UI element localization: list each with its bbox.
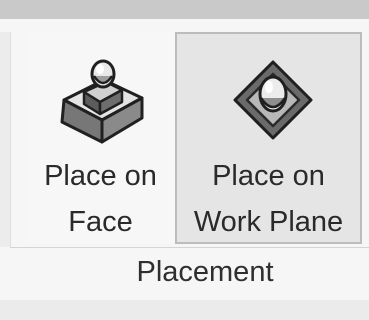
ribbon-tab-strip	[0, 0, 369, 19]
place-on-work-plane-label-line2: Work Plane	[193, 206, 344, 238]
panel-divider	[10, 247, 369, 248]
place-on-work-plane-label-line1: Place on	[212, 160, 325, 192]
place-on-face-button[interactable]: Place on Face	[27, 32, 174, 244]
place-on-work-plane-icon	[233, 60, 313, 140]
place-on-face-label-line2: Face	[68, 206, 133, 238]
ribbon-bottom-edge	[0, 300, 369, 320]
previous-panel-edge	[0, 32, 11, 247]
placement-group-title[interactable]: Placement	[100, 250, 310, 295]
place-on-work-plane-button[interactable]: Place on Work Plane	[175, 32, 362, 244]
place-on-face-label-line1: Place on	[44, 160, 157, 192]
place-on-face-icon	[60, 59, 144, 144]
